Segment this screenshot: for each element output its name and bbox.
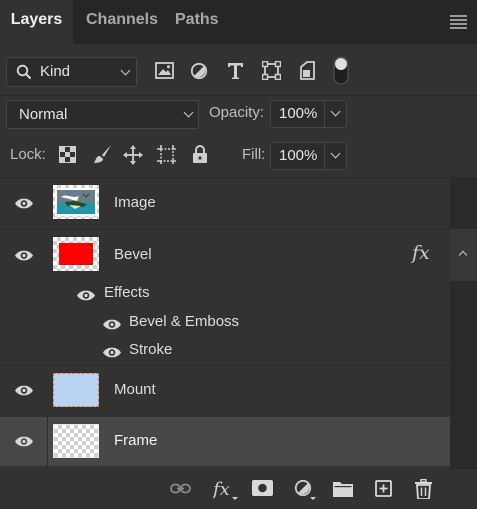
filter-toggle-icon[interactable]: [333, 56, 349, 85]
delete-layer-icon[interactable]: [415, 479, 432, 499]
layer-name: Frame: [114, 432, 158, 449]
panel-menu-icon[interactable]: [450, 15, 467, 29]
fill-label: Fill:: [242, 146, 266, 163]
layers-list: Image Bevel fx Effects Bevel & Emboss St…: [0, 178, 450, 469]
shape-filter-icon[interactable]: [262, 61, 281, 80]
chevron-down-icon[interactable]: [330, 106, 341, 117]
visibility-eye-icon[interactable]: [102, 346, 122, 359]
lock-position-icon[interactable]: [123, 145, 143, 165]
layer-name: Bevel: [114, 246, 152, 263]
effects-header-row[interactable]: Effects: [0, 281, 450, 309]
photo-thumbnail: [55, 188, 97, 216]
lock-all-icon[interactable]: [192, 145, 208, 163]
effect-name: Stroke: [129, 341, 173, 358]
blend-mode-select[interactable]: Normal: [6, 100, 199, 129]
layer-thumbnail: [53, 373, 99, 407]
layer-name: Image: [114, 194, 156, 211]
layers-panel: Layers Channels Paths Kind Normal Opacit…: [0, 0, 477, 509]
adjustment-filter-icon[interactable]: [190, 62, 208, 80]
effect-row-bevel-emboss[interactable]: Bevel & Emboss: [0, 309, 450, 337]
type-filter-icon[interactable]: [227, 62, 244, 80]
add-mask-icon[interactable]: [252, 480, 273, 496]
kind-filter-select[interactable]: Kind: [6, 57, 137, 87]
lock-artboard-icon[interactable]: [156, 144, 177, 165]
chevron-down-icon[interactable]: [330, 148, 341, 159]
visibility-eye-icon[interactable]: [14, 249, 34, 262]
new-layer-icon[interactable]: [375, 480, 392, 497]
layer-thumbnail: [53, 424, 99, 458]
opacity-field[interactable]: 100%: [270, 100, 347, 128]
new-group-icon[interactable]: [333, 480, 353, 497]
search-icon: [16, 64, 32, 80]
layer-row-image[interactable]: Image: [0, 178, 450, 229]
effects-label: Effects: [104, 284, 150, 301]
layer-name: Mount: [114, 381, 156, 398]
kind-filter-label: Kind: [40, 63, 71, 80]
visibility-eye-icon[interactable]: [14, 197, 34, 210]
tab-paths[interactable]: Paths: [175, 0, 219, 44]
layers-bottom-toolbar: fx: [0, 469, 477, 509]
visibility-eye-icon[interactable]: [14, 435, 34, 448]
fill-value: 100%: [279, 147, 318, 164]
lock-transparent-pixels-icon[interactable]: [59, 146, 76, 163]
opacity-label: Opacity:: [209, 104, 265, 121]
visibility-eye-icon[interactable]: [14, 384, 34, 397]
visibility-eye-icon[interactable]: [76, 289, 96, 302]
svg-text:fx: fx: [213, 479, 230, 500]
tab-channels[interactable]: Channels: [86, 0, 158, 44]
tab-layers[interactable]: Layers: [0, 0, 73, 44]
layer-row-frame[interactable]: Frame: [0, 417, 450, 466]
layer-effects-fx-icon[interactable]: fx: [412, 242, 430, 264]
smart-object-filter-icon[interactable]: [299, 61, 316, 80]
image-filter-icon[interactable]: [155, 62, 174, 79]
lock-image-pixels-icon[interactable]: [93, 144, 112, 165]
panel-tab-bar: Layers Channels Paths: [0, 0, 477, 44]
new-adjustment-layer-icon[interactable]: [294, 479, 318, 501]
effect-row-stroke[interactable]: Stroke: [0, 337, 450, 365]
visibility-eye-icon[interactable]: [102, 318, 122, 331]
layer-thumbnail: [53, 185, 99, 219]
effect-name: Bevel & Emboss: [129, 313, 240, 330]
layer-row-bevel[interactable]: Bevel fx: [0, 230, 450, 281]
opacity-value: 100%: [279, 105, 318, 122]
chevron-down-icon: [183, 107, 194, 118]
chevron-down-icon: [120, 65, 131, 76]
fill-field[interactable]: 100%: [270, 142, 347, 170]
layers-scrollbar[interactable]: [450, 178, 477, 469]
layer-row-mount[interactable]: Mount: [0, 366, 450, 416]
layer-thumbnail: [53, 237, 99, 271]
divider: [0, 95, 477, 96]
add-layer-style-icon[interactable]: fx: [213, 478, 239, 502]
blend-mode-value: Normal: [19, 106, 68, 123]
link-layers-icon[interactable]: [170, 483, 191, 494]
red-fill-thumbnail: [59, 243, 93, 265]
lock-label: Lock:: [10, 146, 46, 163]
